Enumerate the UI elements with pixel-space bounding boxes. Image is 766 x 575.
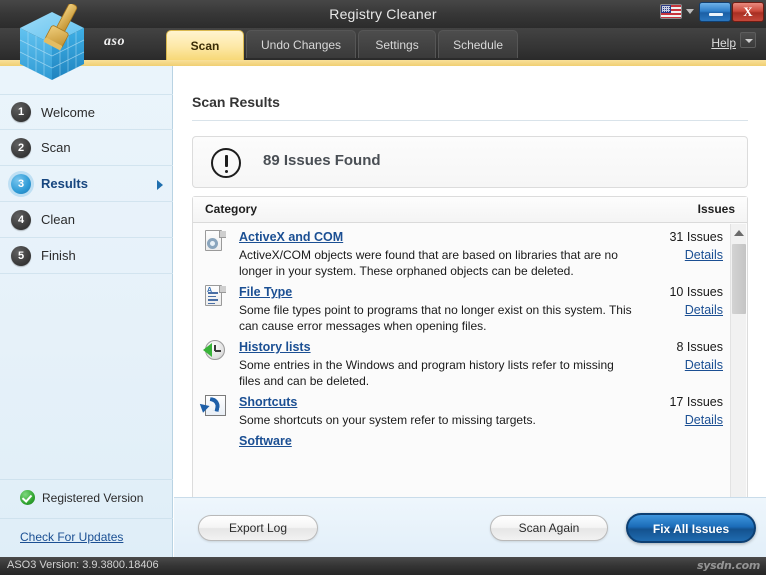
sidebar-label-results: Results — [41, 176, 88, 191]
sidebar-label-finish: Finish — [41, 248, 76, 263]
registered-label: Registered Version — [42, 490, 144, 505]
issue-count: 31 Issues — [669, 230, 723, 244]
row-text: File Type Some file types point to progr… — [231, 283, 641, 334]
sidebar-label-scan: Scan — [41, 140, 71, 155]
sidebar-item-clean[interactable]: 4 Clean — [0, 202, 173, 238]
category-link-history-lists[interactable]: History lists — [239, 340, 311, 354]
column-header-category: Category — [205, 202, 258, 216]
column-header-issues: Issues — [697, 202, 735, 216]
title-bar: Registry Cleaner X — [0, 0, 766, 28]
page-title: Scan Results — [192, 94, 280, 110]
table-row[interactable]: A File Type Some file types point to pro… — [193, 279, 747, 334]
category-description: Some file types point to programs that n… — [239, 303, 632, 333]
scan-again-button[interactable]: Scan Again — [490, 515, 608, 541]
results-scrollbar[interactable] — [730, 224, 746, 525]
row-right: 10 Issues Details — [637, 283, 723, 317]
category-link-shortcuts[interactable]: Shortcuts — [239, 395, 297, 409]
tab-undo-changes[interactable]: Undo Changes — [246, 30, 357, 58]
scroll-up-arrow-icon[interactable] — [731, 224, 747, 240]
row-right: 31 Issues Details — [637, 228, 723, 262]
close-button[interactable]: X — [732, 2, 764, 22]
sidebar-label-clean: Clean — [41, 212, 75, 227]
row-text: Shortcuts Some shortcuts on your system … — [231, 393, 641, 428]
software-icon — [205, 432, 231, 450]
sidebar-nav: 1 Welcome 2 Scan 3 Results 4 Clean 5 Fin… — [0, 94, 173, 274]
issue-count: 10 Issues — [669, 285, 723, 299]
category-description: Some entries in the Windows and program … — [239, 358, 614, 388]
details-link[interactable]: Details — [637, 248, 723, 262]
application-window: Registry Cleaner X aso Scan Undo Changes… — [0, 0, 766, 575]
step-badge-2: 2 — [11, 137, 31, 158]
history-clock-icon — [203, 338, 231, 389]
main-tabs: Scan Undo Changes Settings Schedule — [166, 30, 520, 60]
status-bar: ASO3 Version: 3.9.3800.18406 sysdn.com — [0, 557, 766, 575]
app-logo-cube-brush-icon — [19, 4, 85, 80]
results-table-header: Category Issues — [193, 197, 747, 223]
language-chevron-down-icon[interactable] — [686, 9, 694, 14]
help-chevron-down-icon[interactable] — [740, 32, 756, 48]
activex-document-gear-icon — [205, 228, 231, 279]
exclamation-icon — [211, 148, 241, 178]
version-text: ASO3 Version: 3.9.3800.18406 — [7, 559, 159, 571]
table-row[interactable]: Shortcuts Some shortcuts on your system … — [193, 389, 747, 428]
details-link[interactable]: Details — [637, 358, 723, 372]
row-right: 17 Issues Details — [637, 393, 723, 427]
step-badge-3: 3 — [11, 173, 31, 194]
help-label: Help — [711, 36, 736, 50]
sidebar: 1 Welcome 2 Scan 3 Results 4 Clean 5 Fin… — [0, 66, 173, 557]
details-link[interactable]: Details — [637, 413, 723, 427]
table-row[interactable]: Software — [193, 428, 747, 450]
details-link[interactable]: Details — [637, 303, 723, 317]
table-row[interactable]: History lists Some entries in the Window… — [193, 334, 747, 389]
watermark-text: sysdn.com — [697, 559, 760, 572]
registered-status: Registered Version — [20, 490, 143, 505]
title-divider — [192, 120, 748, 121]
window-title: Registry Cleaner — [329, 6, 437, 22]
sidebar-item-scan[interactable]: 2 Scan — [0, 130, 173, 166]
export-log-button[interactable]: Export Log — [198, 515, 318, 541]
issues-found-text: 89 Issues Found — [263, 152, 381, 169]
step-badge-4: 4 — [11, 209, 31, 230]
step-badge-5: 5 — [11, 245, 31, 266]
category-link-software[interactable]: Software — [239, 434, 292, 448]
sidebar-item-results[interactable]: 3 Results — [0, 166, 173, 202]
shortcut-arrow-icon — [205, 393, 231, 428]
sidebar-item-finish[interactable]: 5 Finish — [0, 238, 173, 274]
row-text: ActiveX and COM ActiveX/COM objects were… — [231, 228, 641, 279]
brand-logo-text: aso — [104, 34, 125, 49]
category-link-activex[interactable]: ActiveX and COM — [239, 230, 343, 244]
sidebar-footer: Registered Version Check For Updates — [0, 479, 173, 557]
tab-scan[interactable]: Scan — [166, 30, 244, 60]
category-link-file-type[interactable]: File Type — [239, 285, 292, 299]
table-row[interactable]: ActiveX and COM ActiveX/COM objects were… — [193, 224, 747, 279]
body-area: 1 Welcome 2 Scan 3 Results 4 Clean 5 Fin… — [0, 60, 766, 557]
category-description: ActiveX/COM objects were found that are … — [239, 248, 618, 278]
tab-settings[interactable]: Settings — [358, 30, 437, 58]
check-for-updates-link[interactable]: Check For Updates — [20, 530, 123, 544]
step-badge-1: 1 — [11, 102, 31, 122]
minimize-button[interactable] — [699, 2, 731, 22]
fix-all-issues-button[interactable]: Fix All Issues — [626, 513, 756, 543]
file-type-document-icon: A — [205, 283, 231, 334]
issue-count: 17 Issues — [669, 395, 723, 409]
footer-action-bar: Export Log Scan Again Fix All Issues — [174, 497, 766, 557]
results-rows: ActiveX and COM ActiveX/COM objects were… — [193, 224, 747, 452]
sidebar-label-welcome: Welcome — [41, 104, 95, 120]
chevron-right-icon — [157, 180, 163, 190]
help-link[interactable]: Help — [711, 36, 736, 50]
main-content: Scan Results 89 Issues Found Category Is… — [174, 66, 766, 557]
issues-summary-banner: 89 Issues Found — [192, 136, 748, 188]
row-text: History lists Some entries in the Window… — [231, 338, 641, 389]
category-description: Some shortcuts on your system refer to m… — [239, 413, 536, 427]
sidebar-item-welcome[interactable]: 1 Welcome — [0, 94, 173, 130]
sidebar-divider — [0, 518, 173, 519]
us-flag-icon[interactable] — [660, 4, 682, 19]
tab-schedule[interactable]: Schedule — [438, 30, 519, 58]
issue-count: 8 Issues — [676, 340, 723, 354]
row-right: 8 Issues Details — [637, 338, 723, 372]
row-text: Software — [231, 432, 641, 450]
scrollbar-thumb[interactable] — [732, 244, 746, 314]
flag-canton — [661, 5, 671, 13]
green-check-icon — [20, 490, 35, 505]
